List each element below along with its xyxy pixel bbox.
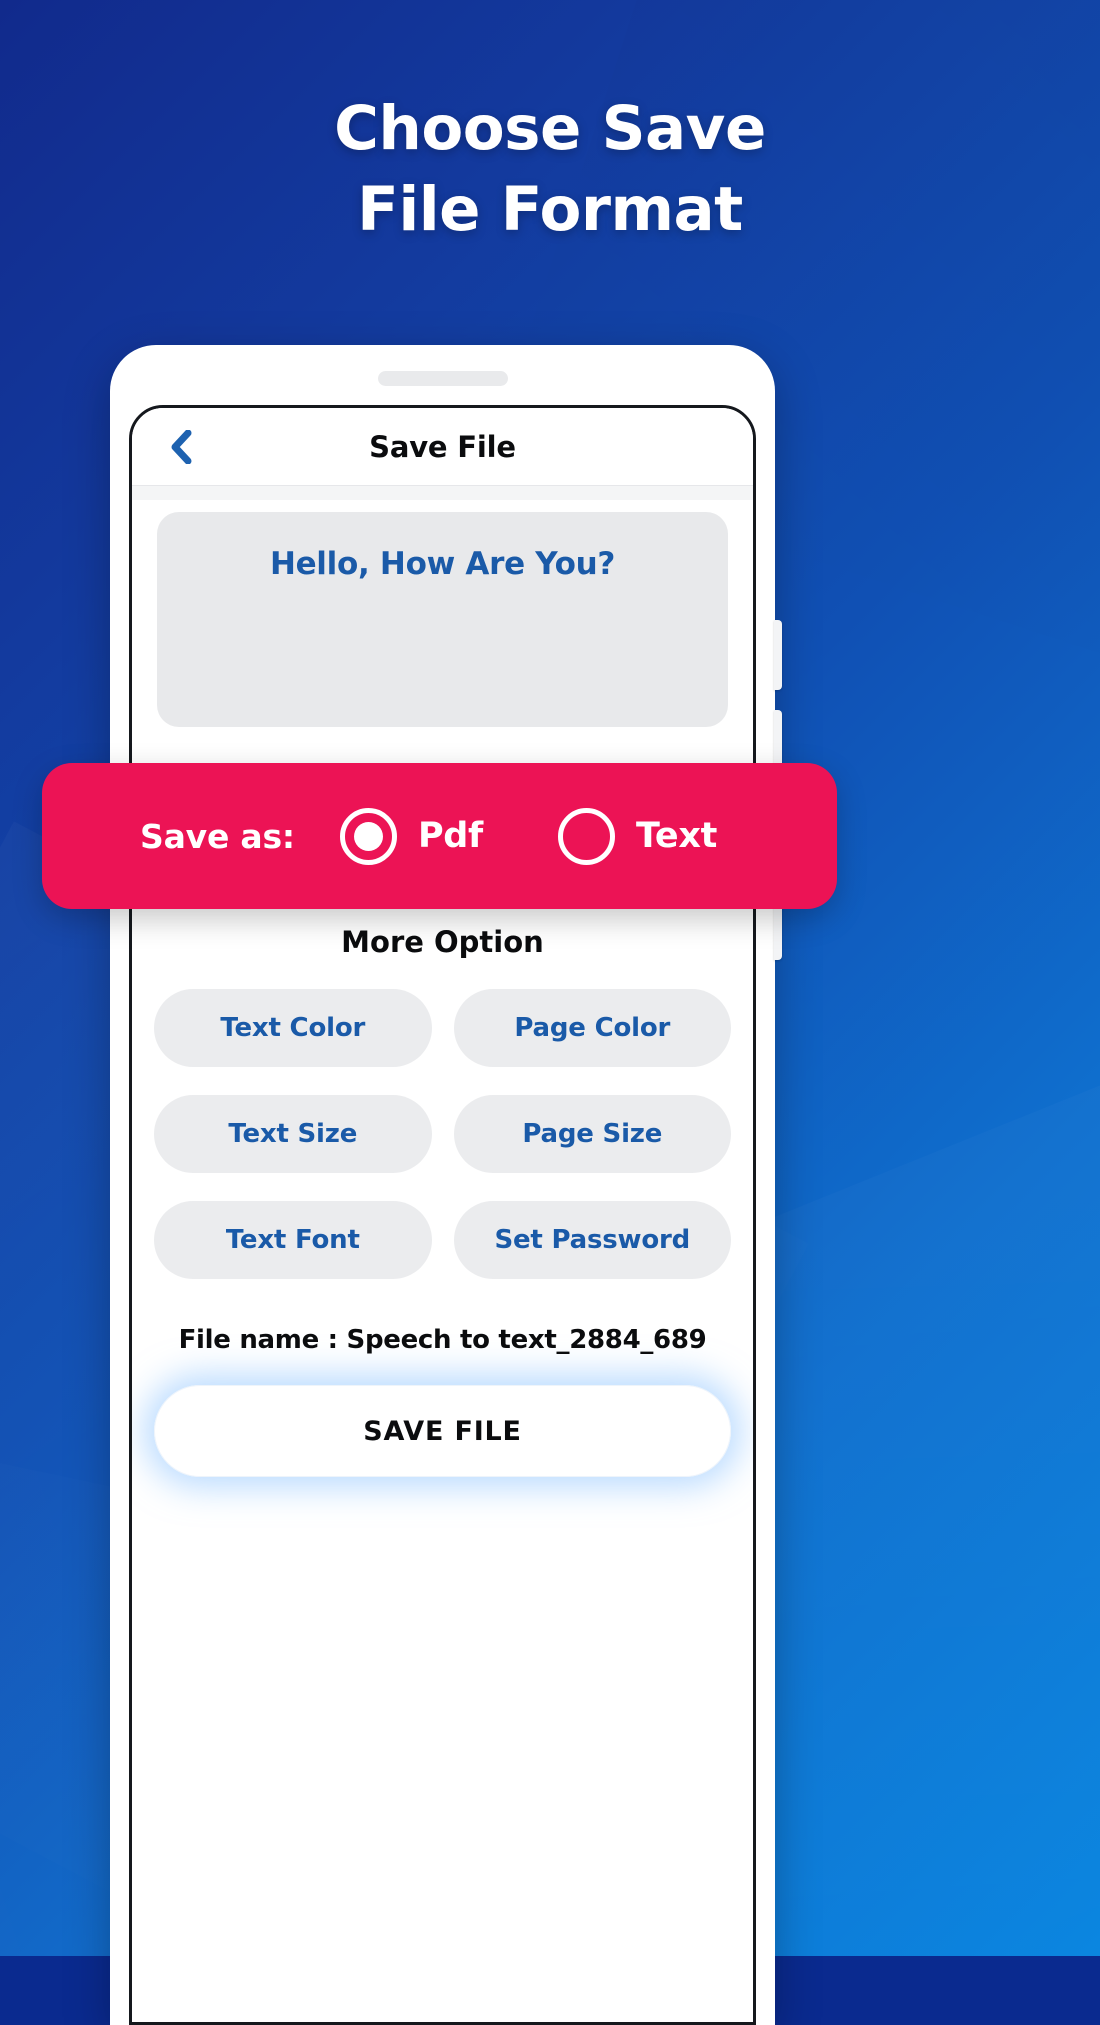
preview-text: Hello, How Are You? [269,546,616,582]
save-as-label: Save as: [140,816,295,856]
save-as-banner: Save as: Pdf Text [42,763,837,909]
text-preview-box[interactable]: Hello, How Are You? [157,512,728,727]
radio-option-text[interactable]: Text [557,807,718,865]
option-button-set-password[interactable]: Set Password [453,1201,731,1279]
file-name-label: File name : Speech to text_2884_689 [178,1325,707,1355]
phone-side-button-top [774,620,782,690]
page-headline: Choose Save File Format [0,88,1100,250]
headline-line-1: Choose Save [334,93,766,164]
option-button-page-size[interactable]: Page Size [453,1095,731,1173]
phone-mockup: Save File Hello, How Are You? More Optio… [110,345,782,2025]
option-button-text-font[interactable]: Text Font [154,1201,432,1279]
more-option-grid: Text Color Page Color Text Size Page Siz… [154,989,731,1279]
radio-button-pdf[interactable] [339,807,397,865]
radio-button-text[interactable] [557,807,615,865]
content-top-strip [132,486,753,500]
radio-label-text: Text [635,816,718,856]
option-button-text-size[interactable]: Text Size [154,1095,432,1173]
chevron-left-icon [167,429,193,464]
save-file-button[interactable]: SAVE FILE [154,1385,731,1477]
option-button-page-color[interactable]: Page Color [453,989,731,1067]
more-option-title: More Option [341,925,544,959]
phone-screen: Save File Hello, How Are You? More Optio… [129,405,756,2025]
radio-dot-pdf [353,821,383,851]
app-bar: Save File [132,408,753,486]
screen-body: Hello, How Are You? More Option Text Col… [132,486,753,1477]
option-button-text-color[interactable]: Text Color [154,989,432,1067]
phone-speaker-grill [377,371,508,386]
radio-option-pdf[interactable]: Pdf [339,807,483,865]
app-bar-title: Save File [369,429,516,464]
headline-line-2: File Format [357,174,743,246]
save-file-button-glow: SAVE FILE [154,1385,731,1477]
radio-label-pdf: Pdf [417,816,483,856]
back-button[interactable] [165,429,195,464]
